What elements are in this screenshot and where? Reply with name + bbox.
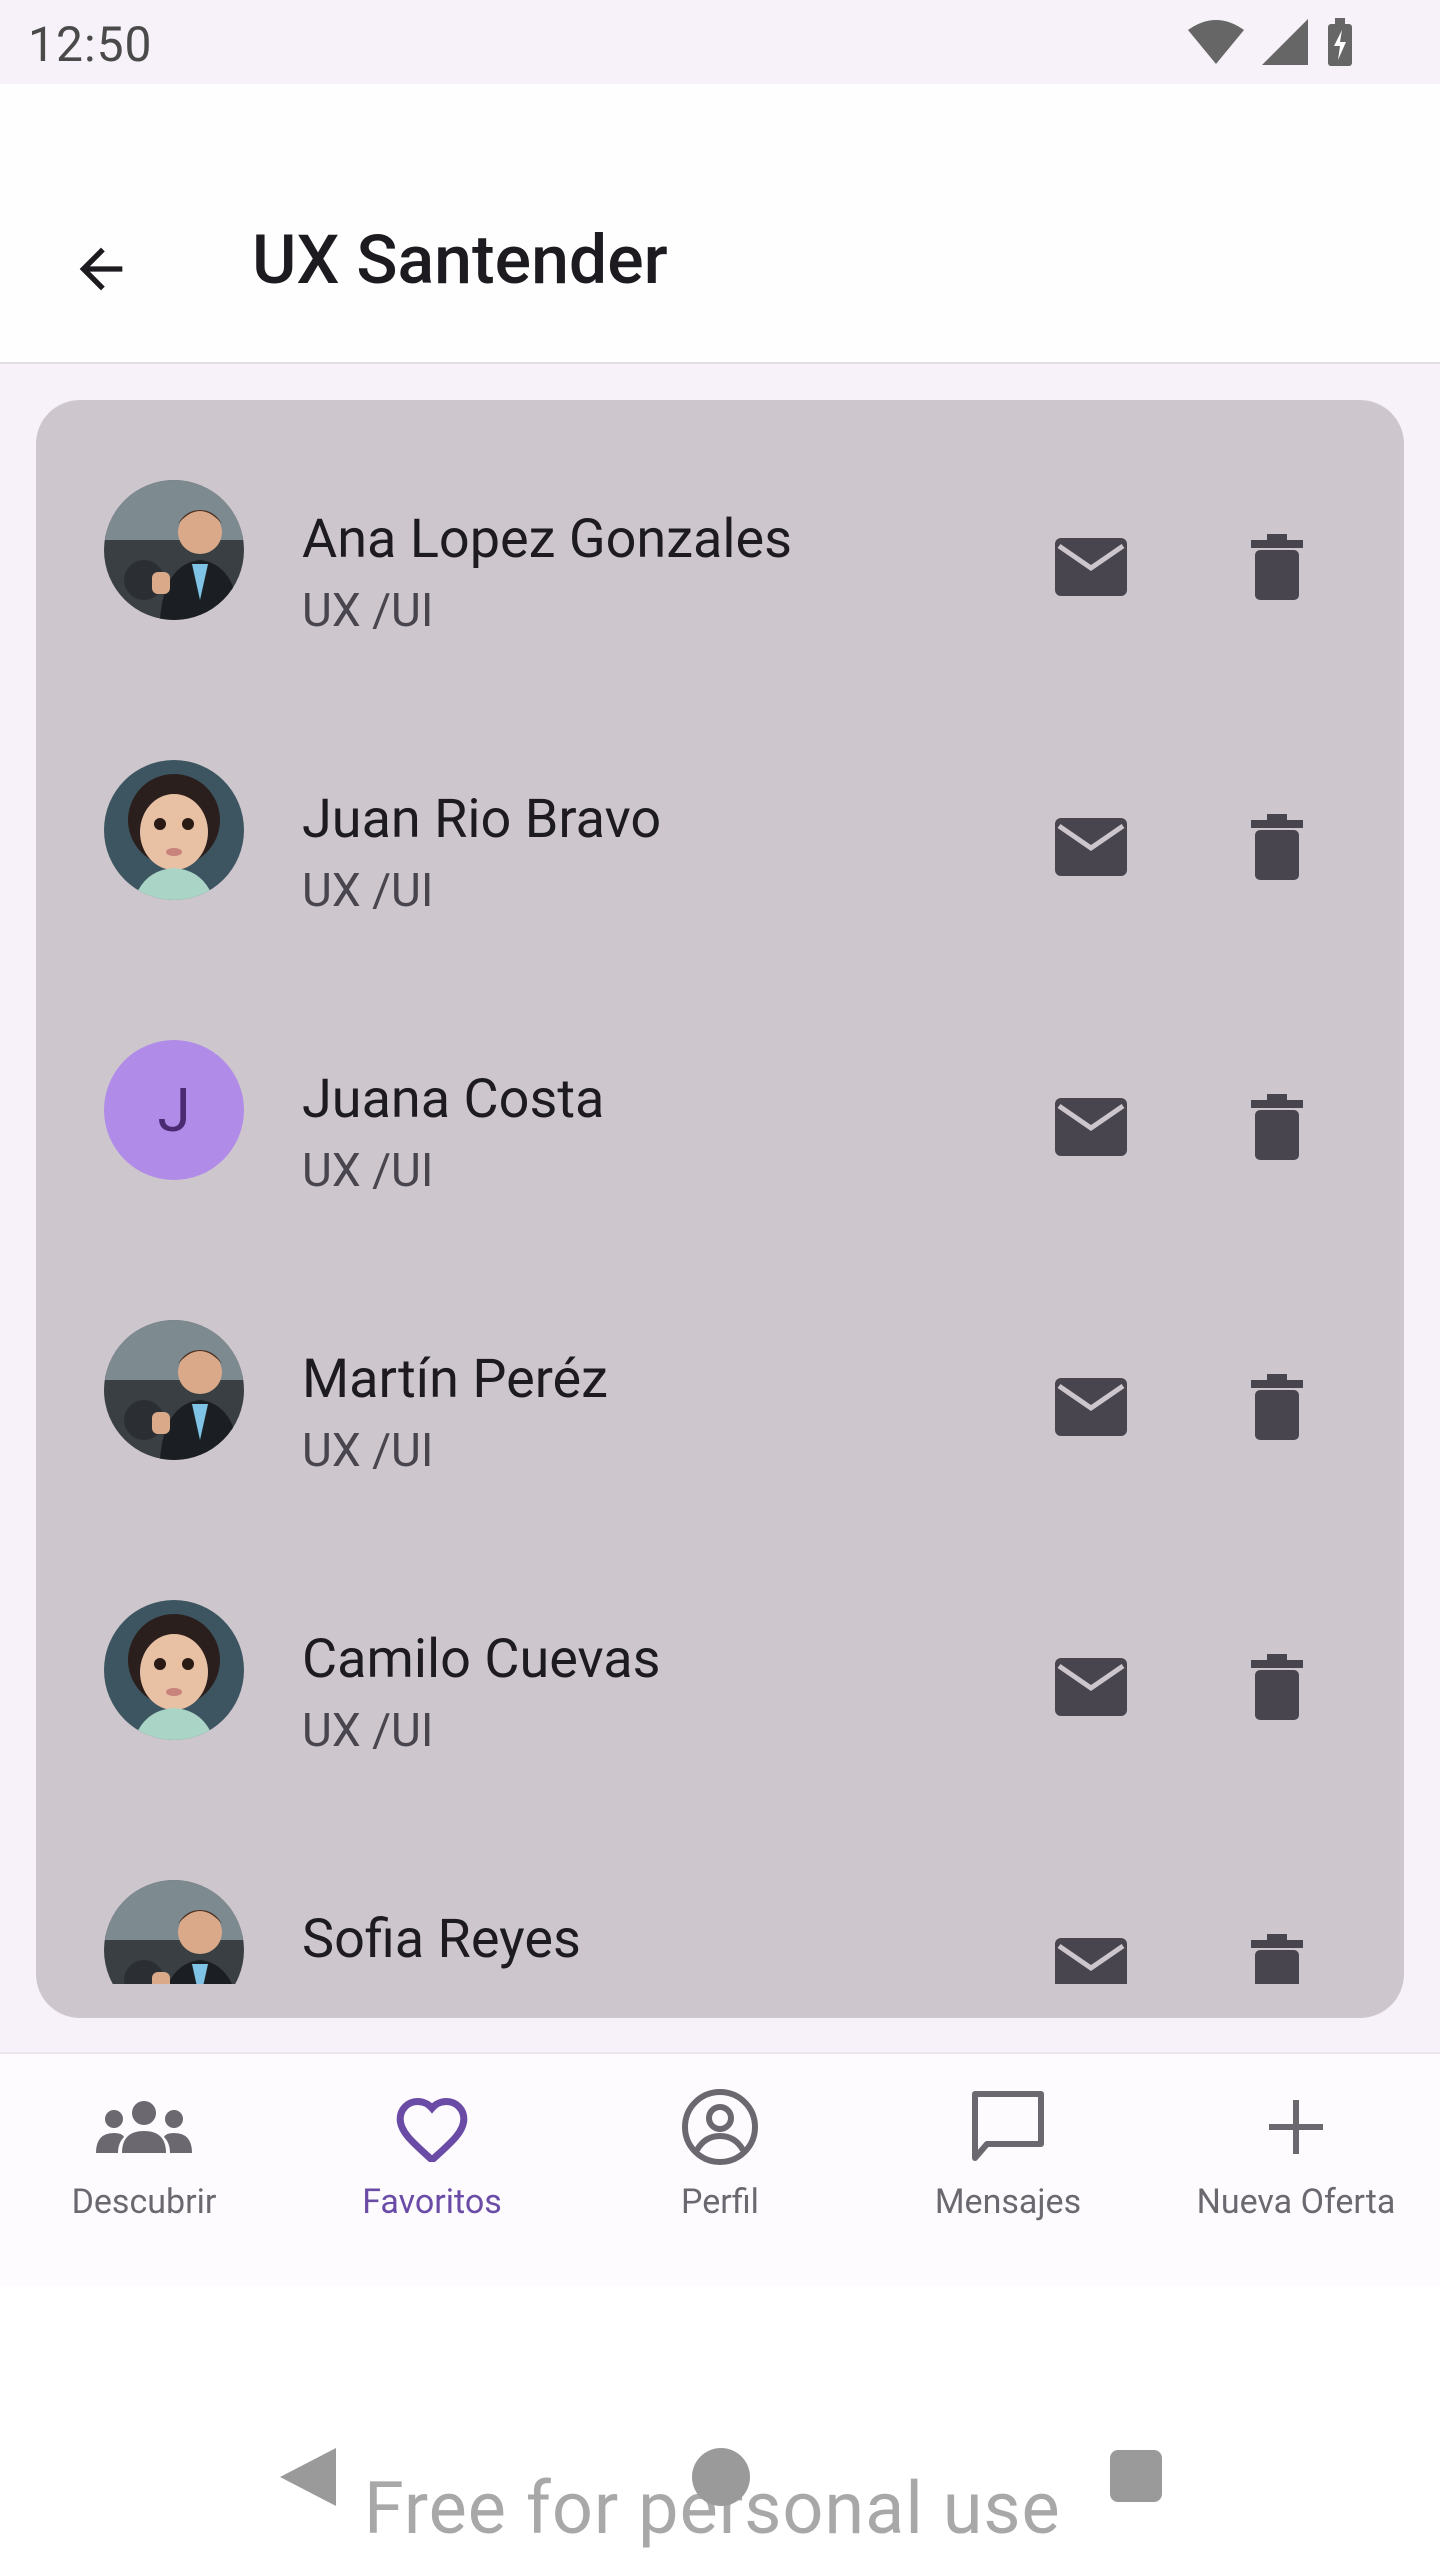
mail-icon [1055, 818, 1127, 876]
email-button[interactable] [1046, 802, 1136, 892]
avatar-photo-man [104, 480, 244, 620]
avatar-photo-man [104, 1880, 244, 1984]
nav-item-descubrir[interactable]: Descubrir [0, 2084, 288, 2264]
nav-label: Mensajes [934, 2182, 1082, 2222]
contact-role: UX /UI [302, 1144, 434, 1198]
avatar [104, 1600, 244, 1740]
trash-icon [1251, 1934, 1303, 1984]
account-circle-icon [682, 2089, 758, 2165]
battery-icon [1328, 18, 1352, 66]
contacts-list[interactable]: Ana Lopez Gonzales UX /UI Juan Rio Bravo… [36, 400, 1404, 1984]
contact-name: Ana Lopez Gonzales [302, 508, 793, 571]
contact-row[interactable]: J Juana Costa UX /UI [36, 960, 1404, 1240]
email-button[interactable] [1046, 1362, 1136, 1452]
nav-item-mensajes[interactable]: Mensajes [864, 2084, 1152, 2264]
contact-row[interactable]: Juan Rio Bravo UX /UI [36, 680, 1404, 960]
contact-row[interactable]: Martín Peréz UX /UI [36, 1240, 1404, 1520]
status-icons [1188, 18, 1354, 66]
chat-bubble-icon [972, 2091, 1044, 2161]
arrow-back-icon [79, 247, 123, 291]
avatar-photo-man [104, 1320, 244, 1460]
contact-row[interactable]: Sofia Reyes UX /UI [36, 1800, 1404, 1984]
mail-icon [1055, 538, 1127, 596]
status-time: 12:50 [28, 16, 153, 73]
status-bar: 12:50 [0, 0, 1440, 84]
mail-icon [1055, 1378, 1127, 1436]
trash-icon [1251, 1374, 1303, 1440]
watermark-text: Free for personal use [364, 2466, 1061, 2551]
system-navigation-bar: Free for personal use [0, 2286, 1440, 2560]
contact-role: UX /UI [302, 864, 434, 918]
plus-icon [1269, 2100, 1323, 2154]
delete-button[interactable] [1232, 1082, 1322, 1172]
trash-icon [1251, 1094, 1303, 1160]
page-title: UX Santender [252, 220, 668, 300]
trash-icon [1251, 1654, 1303, 1720]
contact-name: Sofia Reyes [302, 1908, 581, 1971]
trash-icon [1251, 814, 1303, 880]
avatar-photo-child [104, 760, 244, 900]
avatar-initial: J [104, 1040, 244, 1180]
bottom-navigation: Descubrir Favoritos Perfil Mensajes Nuev… [0, 2052, 1440, 2286]
nav-item-nueva-oferta[interactable]: Nueva Oferta [1152, 2084, 1440, 2264]
avatar [104, 480, 244, 620]
mail-icon [1055, 1938, 1127, 1984]
nav-label: Perfil [681, 2182, 759, 2222]
app-bar: UX Santender [0, 84, 1440, 364]
avatar [104, 760, 244, 900]
delete-button[interactable] [1232, 522, 1322, 612]
delete-button[interactable] [1232, 1362, 1322, 1452]
contact-row[interactable]: Camilo Cuevas UX /UI [36, 1520, 1404, 1800]
contact-role: UX /UI [302, 584, 434, 638]
nav-label: Descubrir [71, 2182, 217, 2222]
back-button[interactable] [56, 224, 146, 314]
delete-button[interactable] [1232, 1922, 1322, 1984]
delete-button[interactable] [1232, 802, 1322, 892]
system-recents-icon[interactable] [1110, 2450, 1162, 2502]
contact-role: UX /UI [302, 1704, 434, 1758]
contact-name: Juana Costa [302, 1068, 605, 1131]
email-button[interactable] [1046, 1922, 1136, 1984]
wifi-icon [1188, 20, 1244, 64]
avatar [104, 1880, 244, 1984]
nav-item-favoritos[interactable]: Favoritos [288, 2084, 576, 2264]
nav-item-perfil[interactable]: Perfil [576, 2084, 864, 2264]
nav-label: Favoritos [362, 2182, 502, 2222]
email-button[interactable] [1046, 1082, 1136, 1172]
mail-icon [1055, 1098, 1127, 1156]
avatar [104, 1320, 244, 1460]
contact-name: Camilo Cuevas [302, 1628, 661, 1691]
system-back-icon[interactable] [276, 2444, 340, 2510]
contact-name: Juan Rio Bravo [302, 788, 662, 851]
nav-label: Nueva Oferta [1196, 2182, 1396, 2222]
email-button[interactable] [1046, 522, 1136, 612]
contact-row[interactable]: Ana Lopez Gonzales UX /UI [36, 400, 1404, 680]
signal-icon [1262, 19, 1308, 65]
trash-icon [1251, 534, 1303, 600]
delete-button[interactable] [1232, 1642, 1322, 1732]
groups-icon [96, 2101, 192, 2153]
heart-icon [396, 2098, 468, 2162]
email-button[interactable] [1046, 1642, 1136, 1732]
avatar-photo-child [104, 1600, 244, 1740]
contact-name: Martín Peréz [302, 1348, 608, 1411]
contacts-card: Ana Lopez Gonzales UX /UI Juan Rio Bravo… [36, 400, 1404, 2018]
contact-role: UX /UI [302, 1424, 434, 1478]
mail-icon [1055, 1658, 1127, 1716]
